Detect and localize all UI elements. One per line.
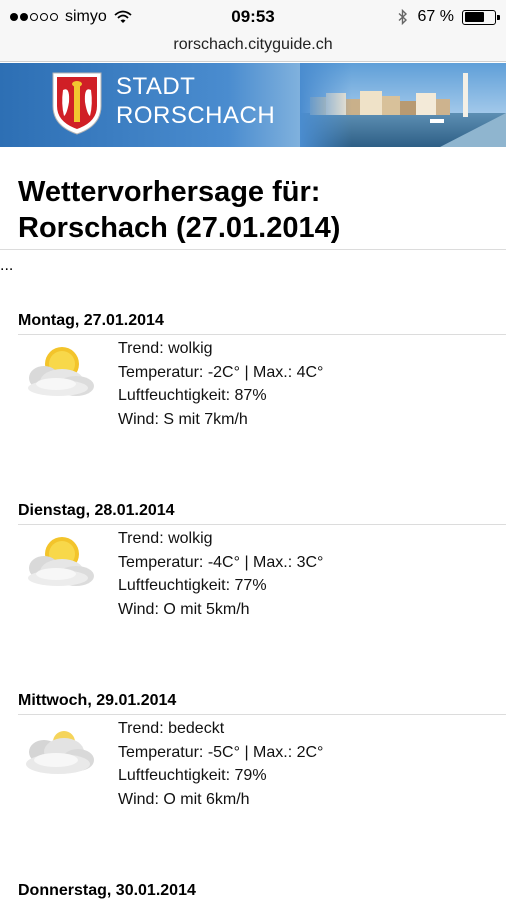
battery-percent: 67 %	[417, 8, 454, 25]
overcast-icon	[26, 731, 94, 774]
url-text: rorschach.cityguide.ch	[173, 36, 333, 53]
battery-fill	[464, 12, 484, 22]
trend-text: Trend: bedeckt	[118, 720, 225, 737]
divider	[18, 714, 506, 715]
site-banner[interactable]: STADT RORSCHACH	[0, 63, 506, 147]
status-bar: simyo 09:53 67 %	[0, 0, 506, 34]
day-heading: Donnerstag, 30.01.2014	[18, 882, 196, 899]
page-title-line2: Rorschach (27.01.2014)	[18, 212, 341, 244]
page-title-line1: Wettervorhersage für:	[18, 176, 321, 208]
partly-cloudy-icon	[28, 347, 94, 396]
coat-of-arms-logo	[52, 72, 102, 135]
wind-text: Wind: O mit 6km/h	[118, 791, 250, 809]
banner-title: STADT RORSCHACH	[116, 72, 275, 130]
page-title: Wettervorhersage für: Rorschach (27.01.2…	[18, 174, 488, 246]
trend-text: Trend: wolkig	[118, 340, 213, 357]
humidity-text: Luftfeuchtigkeit: 77%	[118, 577, 267, 595]
divider	[18, 524, 506, 525]
forecast-details: Trend: wolkig Temperatur: -4C° | Max.: 3…	[118, 527, 323, 622]
day-heading: Dienstag, 28.01.2014	[18, 502, 175, 519]
ellipsis-text: ...	[0, 257, 14, 274]
banner-title-line1: STADT	[116, 73, 196, 100]
day-heading: Montag, 27.01.2014	[18, 312, 164, 329]
status-right: 67 %	[398, 8, 500, 26]
temperature-text: Temperatur: -5C° | Max.: 2C°	[118, 743, 324, 761]
wind-text: Wind: O mit 5km/h	[118, 601, 250, 619]
humidity-text: Luftfeuchtigkeit: 79%	[118, 767, 267, 785]
forecast-details: Trend: wolkig Temperatur: -2C° | Max.: 4…	[118, 337, 323, 432]
divider	[0, 249, 506, 250]
temperature-text: Temperatur: -2C° | Max.: 4C°	[118, 363, 324, 381]
forecast-details: Trend: bedeckt Temperatur: -5C° | Max.: …	[118, 717, 323, 812]
bluetooth-icon	[398, 9, 407, 25]
banner-title-line2: RORSCHACH	[116, 102, 276, 129]
day-heading: Mittwoch, 29.01.2014	[18, 692, 177, 709]
wind-text: Wind: S mit 7km/h	[118, 411, 248, 429]
address-bar[interactable]: rorschach.cityguide.ch	[0, 34, 506, 62]
battery-icon	[462, 9, 500, 25]
partly-cloudy-icon	[28, 537, 94, 586]
divider	[18, 334, 506, 335]
humidity-text: Luftfeuchtigkeit: 87%	[118, 387, 267, 405]
trend-text: Trend: wolkig	[118, 530, 213, 547]
harbour-photo	[300, 63, 506, 147]
temperature-text: Temperatur: -4C° | Max.: 3C°	[118, 553, 324, 571]
